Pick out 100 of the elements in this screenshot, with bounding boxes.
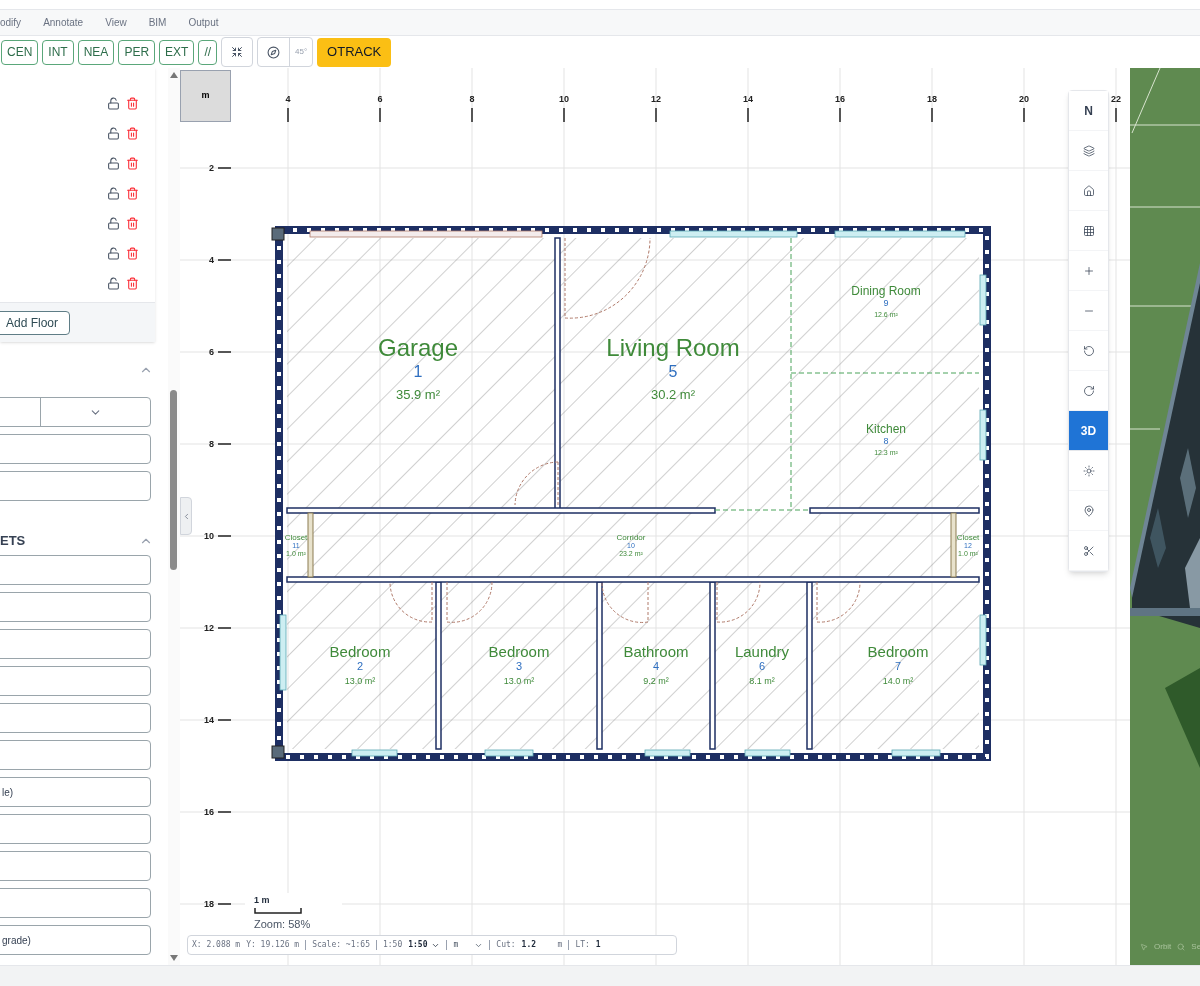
menu-item[interactable]: BIM — [148, 15, 167, 30]
scroll-up-icon[interactable] — [170, 72, 178, 78]
sun-button[interactable] — [1069, 451, 1108, 491]
input-field[interactable] — [0, 629, 151, 659]
rotate-left-icon — [1082, 344, 1095, 357]
unlock-icon[interactable] — [107, 246, 120, 260]
input-field[interactable] — [0, 666, 151, 696]
menu-item[interactable]: Output — [188, 15, 219, 30]
scale-bar-icon — [254, 908, 302, 914]
input-field[interactable] — [0, 471, 151, 501]
input-field[interactable] — [0, 434, 151, 464]
snap-button[interactable]: CEN — [1, 39, 39, 65]
room-number: 5 — [668, 362, 678, 380]
home-icon — [1082, 184, 1095, 197]
home-button[interactable] — [1069, 171, 1108, 211]
input-field[interactable] — [0, 555, 151, 585]
rotate-right-icon — [1082, 384, 1095, 397]
unlock-icon[interactable] — [107, 156, 120, 170]
ruler-label: 10 — [559, 94, 569, 104]
scissors-icon — [1082, 544, 1095, 557]
compass-icon — [267, 45, 281, 59]
ruler-label: 6 — [377, 94, 383, 104]
trash-icon[interactable] — [126, 246, 139, 260]
scroll-down-icon[interactable] — [170, 955, 178, 961]
input-field[interactable] — [0, 814, 151, 844]
unlock-icon[interactable] — [107, 216, 120, 230]
room-number: 3 — [515, 660, 523, 672]
y-coordinate: Y: 19.126 m — [246, 939, 300, 951]
room-area: 8.1 m² — [749, 676, 775, 686]
input-field[interactable] — [0, 592, 151, 622]
menu-item[interactable]: odify — [0, 15, 22, 30]
room-name: Corridor — [616, 532, 646, 542]
view-button[interactable]: 3D — [1069, 411, 1108, 451]
lt-label: LT: — [575, 939, 590, 951]
arrows-in-icon — [231, 46, 244, 58]
room-name: Garage — [377, 333, 459, 361]
grid-icon — [1082, 224, 1095, 237]
room-area: 13.0 m² — [344, 676, 376, 686]
ruler-label: 14 — [743, 94, 753, 104]
layers-icon — [1082, 144, 1095, 157]
unlock-icon[interactable] — [107, 186, 120, 200]
menu-item[interactable]: View — [105, 15, 127, 30]
snap-button[interactable]: PER — [118, 39, 156, 65]
collapse-button[interactable] — [221, 37, 254, 67]
snap-button[interactable]: EXT — [159, 39, 195, 65]
cut-label: Cut: — [496, 939, 516, 951]
ruler-label: 6 — [209, 347, 214, 357]
unlock-icon[interactable] — [107, 126, 120, 140]
select-field[interactable] — [0, 397, 151, 427]
ruler-label: 10 — [204, 531, 214, 541]
view-button[interactable]: N — [1069, 91, 1108, 131]
cut-field[interactable]: 1.2 — [521, 939, 552, 951]
trash-icon[interactable] — [126, 96, 139, 110]
ruler-label: 2 — [209, 163, 214, 173]
scissors-button[interactable] — [1069, 531, 1108, 571]
unlock-icon[interactable] — [107, 96, 120, 110]
room-name: Bedroom — [488, 642, 550, 660]
room-name: Bedroom — [867, 642, 929, 660]
lt-value: 1 — [595, 939, 601, 951]
map-pin-icon — [1082, 504, 1095, 517]
grid-button[interactable] — [1069, 211, 1108, 251]
ruler-label: 20 — [1019, 94, 1029, 104]
room-area: 30.2 m² — [650, 386, 696, 402]
ruler-label: 4 — [209, 255, 214, 265]
search-icon — [1177, 943, 1186, 951]
snap-button[interactable]: INT — [42, 39, 74, 65]
input-field[interactable]: le) — [0, 777, 151, 807]
room-number: 8 — [883, 436, 889, 446]
add-floor-button[interactable]: Add Floor — [0, 310, 71, 335]
trash-icon[interactable] — [126, 276, 139, 290]
map-pin-button[interactable] — [1069, 491, 1108, 531]
snap-button[interactable]: // — [198, 39, 218, 65]
trash-icon[interactable] — [126, 156, 139, 170]
section-title: ETS — [0, 532, 26, 551]
ruler-label: 8 — [469, 94, 475, 104]
room-area: 14.0 m² — [882, 676, 914, 686]
trash-icon[interactable] — [126, 126, 139, 140]
rotate-right-button[interactable] — [1069, 371, 1108, 411]
scrollbar-thumb[interactable] — [170, 390, 177, 570]
unlock-icon[interactable] — [107, 276, 120, 290]
cut-unit: m — [557, 939, 563, 951]
input-field[interactable] — [0, 888, 151, 918]
input-field[interactable] — [0, 703, 151, 733]
scale-bar-label: 1 m — [254, 896, 271, 905]
input-field[interactable] — [0, 851, 151, 881]
trash-icon[interactable] — [126, 186, 139, 200]
menu-item[interactable]: Annotate — [43, 15, 84, 30]
room-name: Closet — [284, 532, 308, 542]
otrack-button[interactable]: OTRACK — [317, 37, 392, 67]
layers-button[interactable] — [1069, 131, 1108, 171]
trash-icon[interactable] — [126, 216, 139, 230]
room-area: 13.0 m² — [503, 676, 535, 686]
input-field[interactable] — [0, 740, 151, 770]
input-field[interactable]: grade) — [0, 925, 151, 955]
unit-select[interactable]: m — [453, 939, 484, 951]
orbit-hint: Orbit — [1154, 941, 1172, 953]
collapse-panel-button[interactable] — [180, 497, 192, 535]
snap-button[interactable]: NEA — [77, 39, 115, 65]
ratio-select[interactable]: 1:50 — [408, 939, 441, 951]
rotate-left-button[interactable] — [1069, 331, 1108, 371]
